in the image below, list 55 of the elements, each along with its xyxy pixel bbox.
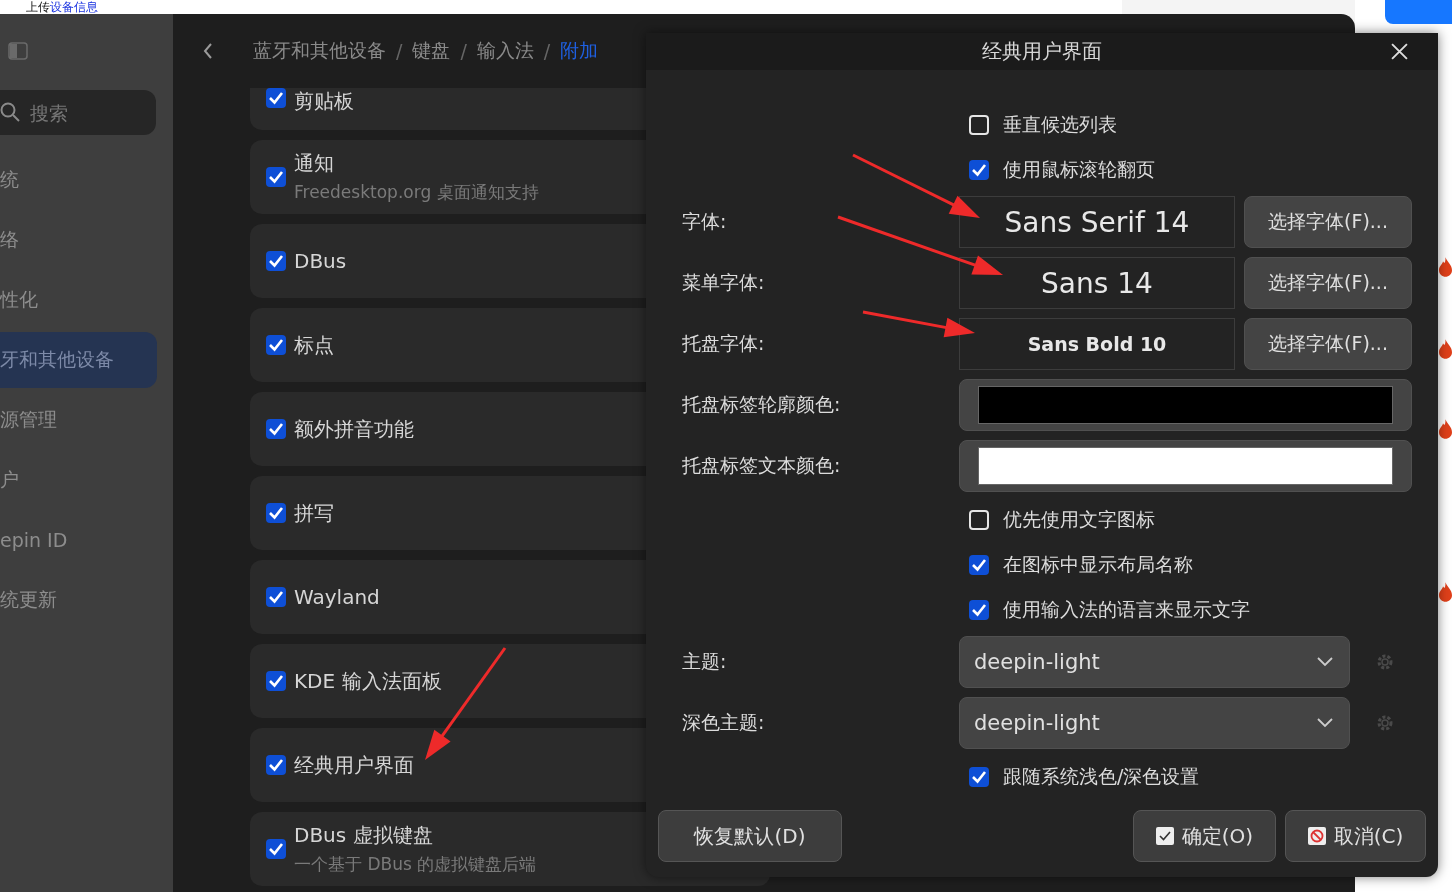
addon-name: 标点 xyxy=(294,331,334,359)
checkbox-label: 使用输入法的语言来显示文字 xyxy=(1003,596,1250,622)
sidebar-item[interactable]: 性化 xyxy=(0,272,157,328)
addon-description: 一个基于 DBus 的虚拟键盘后端 xyxy=(294,853,537,876)
field-label: 托盘字体: xyxy=(682,331,766,356)
device-info-link[interactable]: 设备信息 xyxy=(50,1,98,14)
upload-label: 上传 xyxy=(26,1,50,14)
addon-name: KDE 输入法面板 xyxy=(294,667,442,695)
sidebar-item[interactable]: 统 xyxy=(0,152,157,208)
theme-dropdown[interactable]: deepin-light xyxy=(959,636,1350,688)
sidebar-item[interactable]: 络 xyxy=(0,212,157,268)
breadcrumb-link[interactable]: 键盘 xyxy=(412,38,451,64)
sidebar-item[interactable]: 牙和其他设备 xyxy=(0,332,157,388)
field-label: 主题: xyxy=(682,649,728,674)
addon-name: DBus 虚拟键盘 xyxy=(294,822,434,849)
field-label: 深色主题: xyxy=(682,710,766,735)
addon-name: 拼写 xyxy=(294,499,334,527)
field-label: 托盘标签轮廓颜色: xyxy=(682,392,842,417)
addon-name: 经典用户界面 xyxy=(294,751,414,779)
restore-defaults-button[interactable]: 恢复默认(D) xyxy=(658,810,842,862)
sidebar-item[interactable]: 统更新 xyxy=(0,572,157,628)
field-label: 字体: xyxy=(682,209,728,234)
theme-dropdown[interactable]: deepin-light xyxy=(959,697,1350,749)
breadcrumb-link[interactable]: 附加 xyxy=(560,38,599,64)
breadcrumb-separator: / xyxy=(543,40,551,62)
addon-name: 额外拼音功能 xyxy=(294,415,414,443)
dialog-title: 经典用户界面 xyxy=(982,38,1102,65)
checkbox-label: 垂直候选列表 xyxy=(1003,111,1117,137)
addon-name: DBus xyxy=(294,249,347,273)
addon-description: Freedesktop.org 桌面通知支持 xyxy=(294,181,539,204)
choose-font-button[interactable]: 选择字体(F)... xyxy=(1244,318,1412,370)
breadcrumb-separator: / xyxy=(396,40,403,62)
checkbox-label: 跟随系统浅色/深色设置 xyxy=(1003,763,1200,789)
font-preview: Sans Serif 14 xyxy=(959,196,1235,248)
addon-name: Wayland xyxy=(294,585,380,609)
addon-name: 剪贴板 xyxy=(294,88,354,115)
checkbox-label: 优先使用文字图标 xyxy=(1003,506,1155,532)
cancel-button[interactable]: 取消(C) xyxy=(1285,810,1426,862)
ok-button[interactable]: 确定(O) xyxy=(1133,810,1276,862)
font-preview: Sans Bold 10 xyxy=(959,318,1235,370)
field-label: 托盘标签文本颜色: xyxy=(682,453,842,478)
breadcrumb-link[interactable]: 蓝牙和其他设备 xyxy=(253,38,386,64)
search-field[interactable]: 搜索 xyxy=(0,90,156,135)
sidebar-item[interactable]: 户 xyxy=(0,452,157,508)
addon-name: 通知 xyxy=(294,150,335,177)
choose-font-button[interactable]: 选择字体(F)... xyxy=(1244,196,1412,248)
sidebar-item[interactable]: 源管理 xyxy=(0,392,157,448)
checkbox-label: 在图标中显示布局名称 xyxy=(1003,551,1193,577)
font-preview: Sans 14 xyxy=(959,257,1235,309)
checkbox-label: 使用鼠标滚轮翻页 xyxy=(1003,156,1155,182)
breadcrumb-separator: / xyxy=(460,40,467,62)
breadcrumb-link[interactable]: 输入法 xyxy=(476,38,534,64)
field-label: 菜单字体: xyxy=(682,270,766,295)
sidebar-item[interactable]: epin ID xyxy=(0,512,157,568)
choose-font-button[interactable]: 选择字体(F)... xyxy=(1244,257,1412,309)
